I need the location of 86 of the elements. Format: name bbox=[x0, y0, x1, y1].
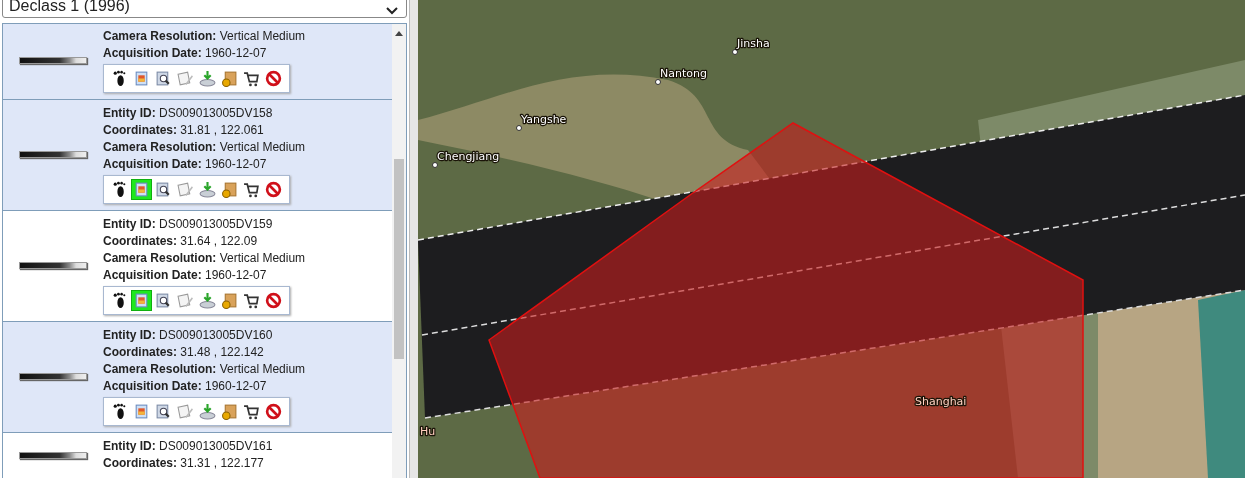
result-row[interactable]: Entity ID: DS009013005DV158 Coordinates: 31.81 , 122.061 Camera Resolution: Vertical Medium Acquisition Date: 1960-12-07 bbox=[3, 100, 392, 211]
cart-icon bbox=[243, 292, 260, 309]
record-field: Coordinates: 31.31 , 122.177 bbox=[103, 455, 273, 472]
city-dot-icon bbox=[732, 49, 738, 55]
footprint-icon bbox=[111, 70, 128, 87]
documents-icon bbox=[177, 292, 194, 309]
package-icon bbox=[221, 70, 238, 87]
record-field: Acquisition Date: 1960-12-07 bbox=[103, 156, 306, 173]
magnifier-icon bbox=[155, 70, 172, 87]
thumbnail-strip bbox=[19, 451, 87, 459]
order-button[interactable] bbox=[220, 69, 239, 88]
documents-icon bbox=[177, 70, 194, 87]
city-dot-icon bbox=[432, 162, 438, 168]
cart-button[interactable] bbox=[242, 291, 261, 310]
record-field: Coordinates: 31.48 , 122.142 bbox=[103, 344, 306, 361]
download-icon bbox=[199, 70, 216, 87]
record-field: Acquisition Date: 1960-12-07 bbox=[103, 267, 306, 284]
city-dot-icon bbox=[655, 79, 661, 85]
map-label: Nantong bbox=[660, 67, 707, 80]
download-icon bbox=[199, 403, 216, 420]
footprint-icon bbox=[111, 181, 128, 198]
thumbnail-strip bbox=[19, 262, 87, 269]
map-label: Jinsha bbox=[737, 37, 770, 50]
download-icon bbox=[199, 181, 216, 198]
footprint-icon bbox=[111, 403, 128, 420]
thumbnail-strip bbox=[19, 373, 87, 380]
cart-button[interactable] bbox=[242, 69, 261, 88]
order-button[interactable] bbox=[220, 291, 239, 310]
image-icon bbox=[133, 292, 150, 309]
cart-button[interactable] bbox=[242, 180, 261, 199]
record-field: Entity ID: DS009013005DV160 bbox=[103, 327, 306, 344]
cart-icon bbox=[243, 181, 260, 198]
thumbnail-strip bbox=[19, 151, 87, 158]
map-label: Hu bbox=[420, 425, 436, 438]
download-icon bbox=[199, 292, 216, 309]
magnifier-icon bbox=[155, 403, 172, 420]
prohibited-icon bbox=[265, 403, 282, 420]
package-icon bbox=[221, 403, 238, 420]
map-label: Shanghai bbox=[915, 395, 967, 408]
record-field: Camera Resolution: Vertical Medium bbox=[103, 250, 306, 267]
record-field: Entity ID: DS009013005DV161 bbox=[103, 438, 273, 455]
record-field: Camera Resolution: Vertical Medium bbox=[103, 361, 306, 378]
cart-icon bbox=[243, 403, 260, 420]
order-button[interactable] bbox=[220, 180, 239, 199]
documents-icon bbox=[177, 181, 194, 198]
record-field: Entity ID: DS009013005DV158 bbox=[103, 105, 306, 122]
scrollbar[interactable] bbox=[392, 24, 406, 478]
record-field: Entity ID: DS009013005DV159 bbox=[103, 216, 306, 233]
download-button[interactable] bbox=[198, 291, 217, 310]
city-dot-icon bbox=[516, 125, 522, 131]
record-field: Coordinates: 31.64 , 122.09 bbox=[103, 233, 306, 250]
cart-button[interactable] bbox=[242, 402, 261, 421]
order-button[interactable] bbox=[220, 402, 239, 421]
record-field: Coordinates: 31.81 , 122.061 bbox=[103, 122, 306, 139]
exclude-button[interactable] bbox=[264, 180, 283, 199]
record-field: Acquisition Date: 1960-12-07 bbox=[103, 378, 306, 395]
prohibited-icon bbox=[265, 292, 282, 309]
result-row[interactable]: Entity ID: DS009013005DV160 Coordinates: 31.48 , 122.142 Camera Resolution: Vertical Medium Acquisition Date: 1960-12-07 bbox=[3, 322, 392, 433]
dataset-dropdown[interactable]: Declass 1 (1996) bbox=[2, 0, 407, 18]
scroll-up-icon[interactable] bbox=[395, 30, 403, 36]
download-button[interactable] bbox=[198, 180, 217, 199]
chevron-down-icon bbox=[386, 7, 398, 15]
image-icon bbox=[133, 70, 150, 87]
exclude-button[interactable] bbox=[264, 402, 283, 421]
map-label: Yangshe bbox=[521, 113, 567, 126]
record-field: Acquisition Date: 1960-12-07 bbox=[103, 45, 306, 62]
magnifier-icon bbox=[155, 181, 172, 198]
cart-icon bbox=[243, 70, 260, 87]
map-label: Chengjiang bbox=[437, 150, 500, 163]
download-button[interactable] bbox=[198, 402, 217, 421]
magnifier-icon bbox=[155, 292, 172, 309]
image-icon bbox=[133, 403, 150, 420]
thumbnail-strip bbox=[19, 57, 87, 64]
record-field: Camera Resolution: Vertical Medium bbox=[103, 139, 306, 156]
package-icon bbox=[221, 292, 238, 309]
result-row[interactable]: Camera Resolution: Vertical Medium Acquisition Date: 1960-12-07 bbox=[3, 24, 392, 100]
documents-icon bbox=[177, 403, 194, 420]
footprint-icon bbox=[111, 292, 128, 309]
prohibited-icon bbox=[265, 70, 282, 87]
prohibited-icon bbox=[265, 181, 282, 198]
download-button[interactable] bbox=[198, 69, 217, 88]
exclude-button[interactable] bbox=[264, 291, 283, 310]
package-icon bbox=[221, 181, 238, 198]
record-field: Camera Resolution: Vertical Medium bbox=[103, 28, 306, 45]
exclude-button[interactable] bbox=[264, 69, 283, 88]
image-icon bbox=[133, 181, 150, 198]
